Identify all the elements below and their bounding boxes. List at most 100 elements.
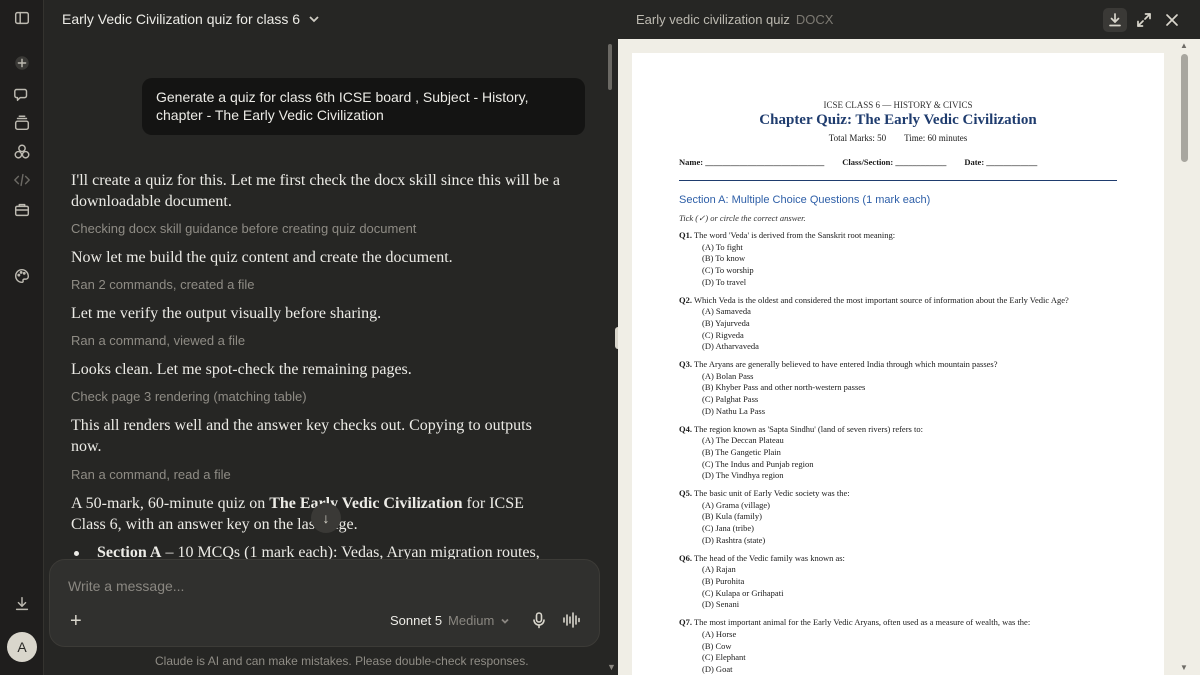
tool-step[interactable]: Ran 2 commands, created a file [71, 277, 255, 292]
message-composer: Write a message... + Sonnet 5 Medium [49, 559, 600, 647]
answer-option: (B) Khyber Pass and other north-western … [702, 382, 866, 393]
question-stem: The Aryans are generally believed to hav… [693, 359, 998, 370]
question-number: Q4. [679, 423, 692, 434]
download-icon [1109, 13, 1121, 27]
close-preview-button[interactable] [1160, 8, 1184, 32]
question-text: Q5. The basic unit of Early Vedic societ… [679, 488, 1149, 500]
assistant-message: This all renders well and the answer key… [71, 417, 532, 455]
sidebar-toggle-icon[interactable] [12, 8, 32, 28]
section-instruction: Tick (✓) or circle the correct answer. [679, 213, 806, 223]
chat-scrollbar[interactable] [608, 44, 612, 90]
preview-file-type: DOCX [795, 12, 834, 27]
preview-file-name: Early vedic civilization quiz [636, 12, 790, 27]
question-stem: Which Veda is the oldest and considered … [693, 294, 1069, 305]
preview-title: Early vedic civilization quiz DOCX [636, 12, 833, 27]
message-input[interactable]: Write a message... [68, 578, 184, 594]
artifacts-icon[interactable] [12, 142, 32, 162]
question-stem: The word 'Veda' is derived from the Sans… [693, 230, 896, 240]
answer-option: (B) Cow [702, 640, 732, 651]
scroll-down-arrow-icon[interactable]: ▼ [1180, 663, 1188, 672]
assistant-message: Now let me build the quiz content and cr… [71, 249, 453, 266]
palette-icon[interactable] [12, 266, 32, 286]
answer-option: (A) The Deccan Plateau [702, 435, 784, 446]
expand-button[interactable] [1132, 8, 1156, 32]
answer-option: (A) Grama (village) [702, 499, 770, 510]
question-number: Q1. [679, 230, 692, 240]
avatar[interactable]: A [7, 632, 37, 662]
scroll-to-bottom-button[interactable]: ↓ [311, 503, 341, 533]
scroll-down-arrow-icon[interactable]: ▼ [607, 662, 616, 672]
chat-title-button[interactable]: Early Vedic Civilization quiz for class … [62, 11, 320, 27]
model-selector[interactable]: Sonnet 5 Medium [390, 613, 510, 628]
question: Q6. The head of the Vedic family was kno… [679, 553, 1149, 612]
tool-step[interactable]: Ran a command, read a file [71, 467, 231, 482]
answer-option: (C) The Indus and Punjab region [702, 458, 814, 469]
answer-option: (C) Kulapa or Grihapati [702, 587, 784, 598]
question-stem: The basic unit of Early Vedic society wa… [693, 488, 850, 499]
section-a-heading: Section A: Multiple Choice Questions (1 … [679, 194, 931, 206]
answer-option: (D) Atharvaveda [702, 341, 759, 352]
voice-mode-button[interactable] [562, 611, 580, 634]
tool-step[interactable]: Ran a command, viewed a file [71, 333, 245, 348]
preview-scrollbar[interactable] [1181, 54, 1188, 162]
answer-option: (B) Yajurveda [702, 317, 750, 328]
app-window: A Early Vedic Civilization quiz for clas… [0, 0, 1200, 675]
briefcase-icon[interactable] [12, 200, 32, 220]
question-number: Q7. [679, 617, 692, 628]
answer-option: (B) To know [702, 253, 746, 264]
question-list: Q1. The word 'Veda' is derived from the … [679, 230, 1149, 675]
answer-option: (A) Rajan [702, 564, 736, 575]
answer-option: (A) Bolan Pass [702, 370, 754, 381]
answer-option: (C) Rigveda [702, 329, 744, 340]
arrow-down-icon: ↓ [322, 510, 330, 526]
model-name: Sonnet 5 [390, 613, 443, 628]
answer-option: (D) Rashtra (state) [702, 534, 766, 545]
doc-marks-line: Total Marks: 50 Time: 60 minutes [632, 133, 1164, 143]
question: Q4. The region known as 'Sapta Sindhu' (… [679, 424, 1149, 483]
answer-option: (C) Elephant [702, 652, 746, 663]
bullet-dot [74, 550, 79, 556]
answer-option: (B) Purohita [702, 575, 745, 586]
summary-text: A 50-mark, 60-minute quiz on [71, 495, 270, 512]
chat-title: Early Vedic Civilization quiz for class … [62, 11, 301, 27]
model-effort: Medium [448, 613, 495, 628]
new-chat-icon[interactable] [12, 53, 32, 73]
question-text: Q7. The most important animal for the Ea… [679, 617, 1149, 629]
add-attachment-button[interactable]: + [70, 610, 82, 633]
download-button[interactable] [1103, 8, 1127, 32]
question: Q5. The basic unit of Early Vedic societ… [679, 488, 1149, 547]
scroll-up-arrow-icon[interactable]: ▲ [1180, 41, 1188, 50]
answer-option: (B) Kula (family) [702, 511, 762, 522]
summary-chapter: The Early Vedic Civilization [269, 495, 463, 512]
doc-class-line: ICSE CLASS 6 — HISTORY & CIVICS [823, 100, 973, 110]
tool-step[interactable]: Check page 3 rendering (matching table) [71, 389, 307, 404]
answer-option: (D) The Vindhya region [702, 470, 784, 481]
answer-option: (A) Horse [702, 628, 737, 639]
question-text: Q2. Which Veda is the oldest and conside… [679, 295, 1149, 307]
doc-date-field: Date: ____________ [964, 157, 1038, 167]
question-number: Q6. [679, 552, 692, 563]
waveform-icon [563, 612, 580, 628]
question-number: Q3. [679, 359, 692, 370]
expand-icon [1137, 13, 1151, 27]
question-stem: The region known as 'Sapta Sindhu' (land… [693, 423, 923, 434]
answer-option: (D) Nathu La Pass [702, 405, 766, 416]
projects-icon[interactable] [12, 113, 32, 133]
download-icon[interactable] [12, 594, 32, 614]
answer-option: (C) Palghat Pass [702, 394, 759, 405]
left-rail: A [0, 0, 44, 675]
chevron-down-icon [309, 16, 319, 23]
answer-option: (D) Goat [702, 663, 733, 674]
chats-icon[interactable] [12, 84, 32, 104]
disclaimer: Claude is AI and can make mistakes. Plea… [155, 654, 529, 668]
microphone-button[interactable] [530, 611, 548, 634]
chat-pane: Early Vedic Civilization quiz for class … [44, 0, 618, 675]
doc-total-marks: Total Marks: 50 [828, 133, 887, 143]
question: Q7. The most important animal for the Ea… [679, 617, 1149, 675]
code-icon[interactable] [12, 170, 32, 190]
doc-title: Chapter Quiz: The Early Vedic Civilizati… [759, 112, 1037, 128]
preview-body[interactable]: ICSE CLASS 6 — HISTORY & CIVICS Chapter … [618, 39, 1200, 675]
question-stem: The head of the Vedic family was known a… [693, 552, 845, 563]
tool-step[interactable]: Checking docx skill guidance before crea… [71, 221, 416, 236]
doc-fields: Name: ____________________________ Class/… [679, 157, 1055, 167]
